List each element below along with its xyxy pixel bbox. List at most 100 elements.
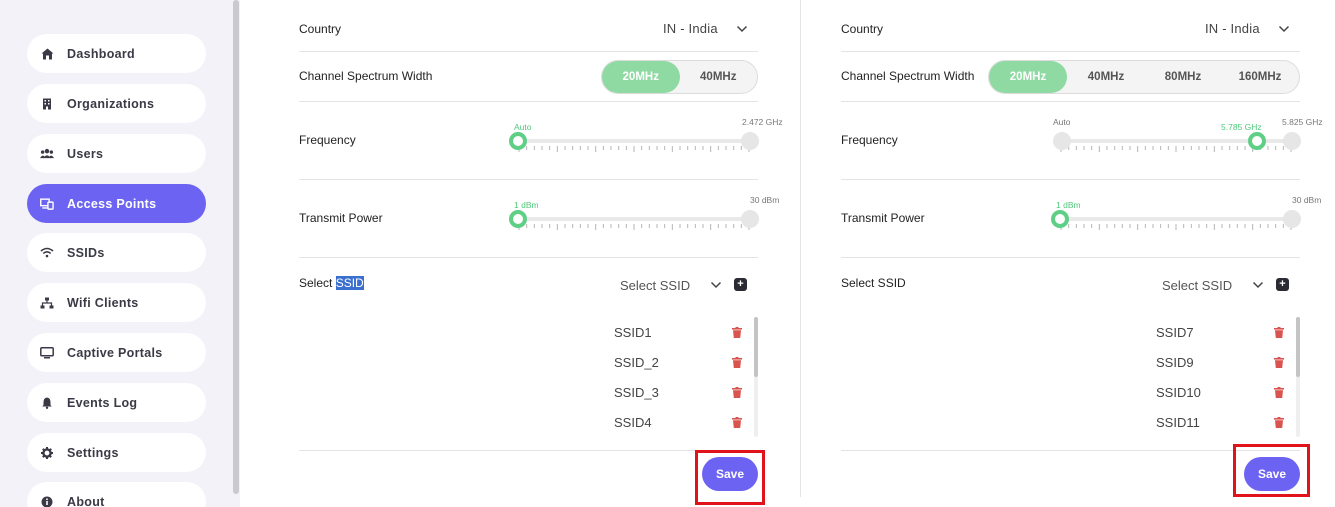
sidebar-item-captive-portals[interactable]: Captive Portals — [27, 333, 206, 372]
power-current-label: 1 dBm — [514, 200, 539, 210]
sidebar-item-label: Wifi Clients — [67, 295, 139, 310]
channel-width-label: Channel Spectrum Width — [841, 69, 975, 83]
divider — [299, 101, 758, 102]
width-option-160mhz[interactable]: 160MHz — [1221, 61, 1299, 93]
select-ssid-label: Select SSID — [841, 276, 906, 290]
sidebar-item-dashboard[interactable]: Dashboard — [27, 34, 206, 73]
sidebar-item-label: About — [67, 494, 105, 507]
add-ssid-button[interactable]: + — [734, 278, 747, 291]
divider — [841, 101, 1300, 102]
channel-width-label: Channel Spectrum Width — [299, 69, 433, 83]
sidebar-item-label: Captive Portals — [67, 345, 163, 360]
sidebar-item-access-points[interactable]: Access Points — [27, 184, 206, 223]
frequency-slider-track[interactable] — [518, 139, 750, 143]
monitor-icon — [40, 346, 54, 360]
divider — [299, 450, 758, 451]
frequency-max-label: 2.472 GHz — [742, 117, 783, 127]
trash-icon[interactable] — [732, 387, 742, 398]
access-point-panel-2: Country IN - India Channel Spectrum Widt… — [841, 0, 1323, 507]
info-icon — [40, 495, 54, 507]
home-icon — [40, 47, 54, 61]
sidebar-item-events-log[interactable]: Events Log — [27, 383, 206, 422]
users-icon — [40, 147, 54, 161]
bell-icon — [40, 396, 54, 410]
ssid-list-item: SSID1 — [614, 325, 652, 340]
ssid-list-item: SSID10 — [1156, 385, 1201, 400]
trash-icon[interactable] — [1274, 417, 1284, 428]
country-label: Country — [841, 22, 884, 36]
ssid-list-item: SSID7 — [1156, 325, 1194, 340]
annotation-highlight-box — [1233, 444, 1310, 497]
country-select[interactable]: IN - India — [663, 21, 718, 36]
add-ssid-button[interactable]: + — [1276, 278, 1289, 291]
chevron-down-icon[interactable] — [1252, 281, 1264, 289]
sidebar-item-about[interactable]: About — [27, 482, 206, 507]
access-point-panel-1: Country IN - India Channel Spectrum Widt… — [299, 0, 783, 507]
width-option-20mhz[interactable]: 20MHz — [602, 61, 680, 93]
divider — [841, 179, 1300, 180]
frequency-max-handle — [1283, 132, 1301, 150]
sidebar-item-label: Settings — [67, 445, 119, 460]
power-ticks — [518, 224, 750, 230]
sidebar-item-organizations[interactable]: Organizations — [27, 84, 206, 123]
select-ssid-label: Select SSID — [299, 276, 364, 290]
sidebar-item-users[interactable]: Users — [27, 134, 206, 173]
power-slider-track[interactable] — [518, 217, 750, 221]
sidebar-scrollbar[interactable] — [233, 0, 239, 494]
divider — [299, 51, 758, 52]
frequency-current-label: Auto — [514, 122, 532, 132]
ssid-list-scroll-thumb[interactable] — [754, 317, 758, 377]
app-root: Dashboard Organizations Users Access Poi… — [0, 0, 1335, 507]
trash-icon[interactable] — [1274, 327, 1284, 338]
select-ssid-label-highlight: SSID — [335, 276, 364, 290]
transmit-power-label: Transmit Power — [841, 211, 925, 225]
trash-icon[interactable] — [1274, 357, 1284, 368]
frequency-slider-handle[interactable] — [509, 132, 527, 150]
sidebar-item-ssids[interactable]: SSIDs — [27, 233, 206, 272]
select-ssid-label-prefix: Select — [299, 276, 336, 290]
power-slider-track[interactable] — [1060, 217, 1292, 221]
trash-icon[interactable] — [732, 327, 742, 338]
ssid-list-item: SSID9 — [1156, 355, 1194, 370]
sidebar-item-wifi-clients[interactable]: Wifi Clients — [27, 283, 206, 322]
building-icon — [40, 97, 54, 111]
power-max-handle — [741, 210, 759, 228]
frequency-current-label: 5.785 GHz — [1221, 122, 1262, 132]
country-select[interactable]: IN - India — [1205, 21, 1260, 36]
chevron-down-icon[interactable] — [736, 25, 748, 33]
transmit-power-label: Transmit Power — [299, 211, 383, 225]
channel-width-toggle: 20MHz 40MHz — [601, 60, 758, 94]
ssid-list-item: SSID_3 — [614, 385, 659, 400]
sidebar-item-label: Users — [67, 146, 104, 161]
ssid-list-item: SSID11 — [1156, 415, 1200, 430]
ssid-list-scroll-thumb[interactable] — [1296, 317, 1300, 377]
ssid-select[interactable]: Select SSID — [1162, 278, 1232, 293]
trash-icon[interactable] — [732, 357, 742, 368]
divider — [841, 257, 1300, 258]
trash-icon[interactable] — [1274, 387, 1284, 398]
power-slider-handle[interactable] — [1051, 210, 1069, 228]
sidebar: Dashboard Organizations Users Access Poi… — [0, 0, 240, 507]
sidebar-item-label: Dashboard — [67, 46, 135, 61]
ssid-select[interactable]: Select SSID — [620, 278, 690, 293]
width-option-20mhz[interactable]: 20MHz — [989, 61, 1067, 93]
frequency-label: Frequency — [841, 133, 898, 147]
divider — [841, 450, 1300, 451]
power-max-handle — [1283, 210, 1301, 228]
frequency-slider-handle[interactable] — [1248, 132, 1266, 150]
network-icon — [40, 296, 54, 310]
chevron-down-icon[interactable] — [1278, 25, 1290, 33]
power-slider-handle[interactable] — [509, 210, 527, 228]
width-option-40mhz[interactable]: 40MHz — [680, 61, 758, 93]
sidebar-item-label: Organizations — [67, 96, 155, 111]
wifi-icon — [40, 246, 54, 260]
gear-icon — [40, 446, 54, 460]
chevron-down-icon[interactable] — [710, 281, 722, 289]
sidebar-item-label: SSIDs — [67, 245, 105, 260]
sidebar-item-settings[interactable]: Settings — [27, 433, 206, 472]
width-option-40mhz[interactable]: 40MHz — [1067, 61, 1145, 93]
trash-icon[interactable] — [732, 417, 742, 428]
width-option-80mhz[interactable]: 80MHz — [1145, 61, 1221, 93]
sidebar-item-label: Access Points — [67, 196, 157, 211]
ssid-list-item: SSID_2 — [614, 355, 659, 370]
